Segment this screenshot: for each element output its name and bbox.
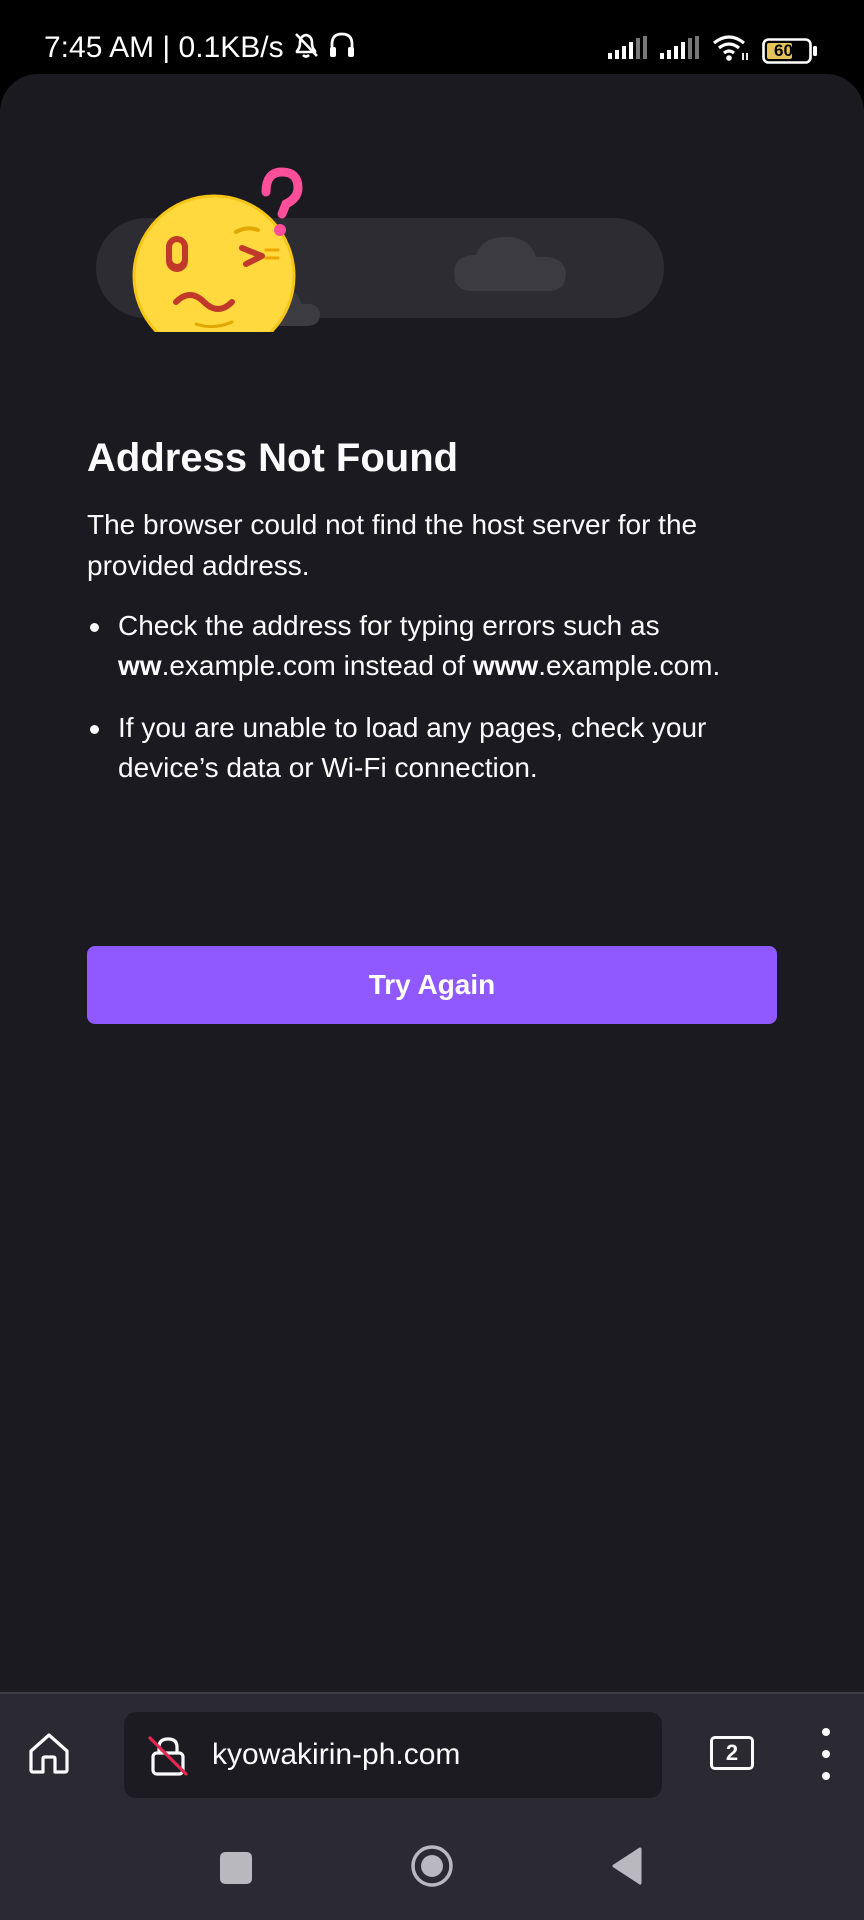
status-left: 7:45 AM | 0.1KB/s — [44, 30, 356, 66]
menu-dot — [822, 1772, 830, 1780]
url-text[interactable]: kyowakirin-ph.com — [212, 1736, 460, 1774]
tabs-icon[interactable]: 2 — [710, 1736, 754, 1770]
menu-dot — [822, 1750, 830, 1758]
suggestion-item-typo: Check the address for typing errors such… — [87, 606, 777, 686]
error-title: Address Not Found — [87, 436, 459, 480]
tab-count: 2 — [725, 1740, 739, 1765]
suggestion-typo-good-rest: .example.com. — [538, 650, 721, 681]
status-bar: 7:45 AM | 0.1KB/s 60 — [0, 0, 864, 74]
battery-level: 60 — [774, 40, 793, 60]
more-menu-icon[interactable] — [814, 1728, 838, 1780]
url-bar[interactable]: kyowakirin-ph.com — [124, 1712, 662, 1798]
browser-toolbar: kyowakirin-ph.com 2 — [0, 1692, 864, 1812]
signal-icon — [660, 36, 700, 65]
suggestion-item-connection: If you are unable to load any pages, che… — [87, 708, 777, 788]
home-circle-icon[interactable] — [410, 1844, 454, 1888]
suggestion-typo-prefix: Check the address for typing errors such… — [118, 610, 660, 641]
insecure-lock-icon[interactable] — [146, 1734, 190, 1778]
error-page: Address Not Found The browser could not … — [0, 74, 864, 1692]
headset-icon — [328, 30, 356, 66]
suggestion-typo-good-bold: www — [472, 650, 539, 681]
error-description: The browser could not find the host serv… — [87, 509, 698, 581]
system-navbar — [0, 1812, 864, 1920]
error-content: Address Not Found The browser could not … — [87, 434, 777, 810]
bell-muted-icon — [292, 30, 320, 66]
recents-icon[interactable] — [220, 1852, 252, 1884]
confused-face-illustration — [96, 167, 664, 332]
home-icon[interactable] — [26, 1730, 72, 1776]
menu-dot — [822, 1728, 830, 1736]
battery-icon: 60 — [762, 37, 818, 64]
suggestion-typo-bad-bold: ww — [118, 650, 162, 681]
try-again-button[interactable]: Try Again — [87, 946, 777, 1024]
status-right: 60 — [608, 34, 818, 67]
wifi-icon — [712, 34, 750, 67]
status-time-speed: 7:45 AM | 0.1KB/s — [44, 31, 284, 64]
back-icon[interactable] — [610, 1846, 644, 1886]
signal-icon — [608, 36, 648, 65]
error-suggestions: Check the address for typing errors such… — [87, 606, 777, 788]
suggestion-typo-bad-rest: .example.com instead of — [161, 650, 473, 681]
